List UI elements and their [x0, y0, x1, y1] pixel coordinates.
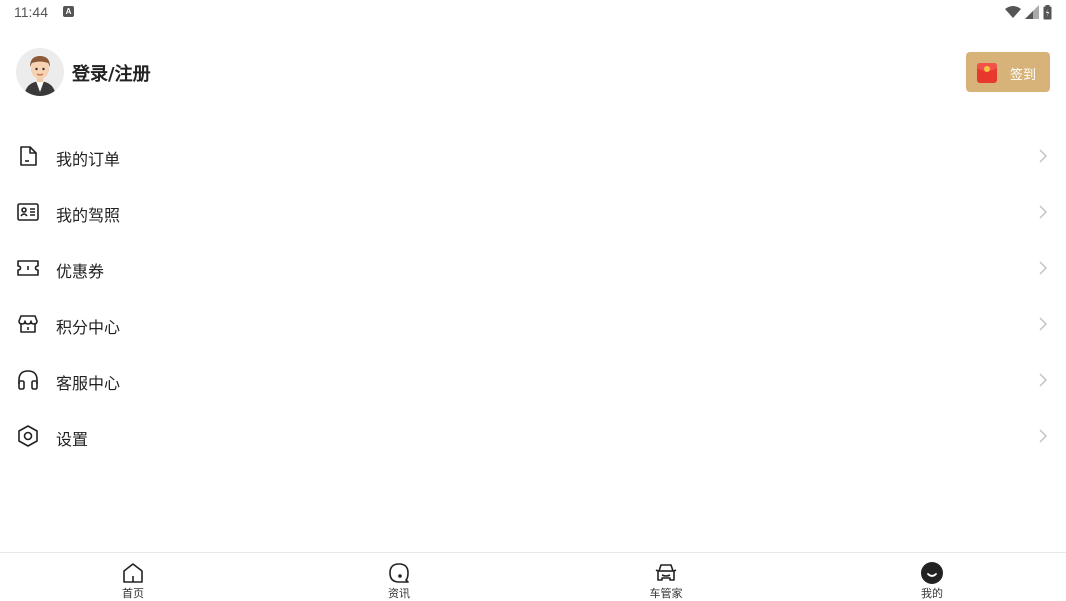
battery-icon — [1043, 4, 1052, 19]
profile-icon — [921, 562, 943, 584]
profile-header: 登录/注册 签到 — [16, 48, 1050, 98]
menu-item-orders[interactable]: 我的订单 — [0, 128, 1066, 184]
status-icons — [1005, 4, 1052, 20]
id-card-icon — [17, 203, 39, 221]
menu-item-coupons[interactable]: 优惠券 — [0, 240, 1066, 296]
chevron-right-icon — [1039, 429, 1048, 443]
avatar-image — [16, 48, 64, 96]
tab-label: 车管家 — [649, 587, 683, 600]
menu-item-label: 设置 — [56, 430, 89, 449]
notification-icon: A — [63, 6, 74, 17]
tab-home[interactable]: 首页 — [0, 553, 266, 601]
menu-item-points[interactable]: 积分中心 — [0, 296, 1066, 352]
settings-icon — [18, 425, 38, 447]
login-register-link[interactable]: 登录/注册 — [72, 60, 151, 86]
car-icon — [655, 564, 677, 581]
menu-item-label: 我的订单 — [56, 150, 121, 169]
tab-label: 首页 — [122, 587, 144, 600]
cell-signal-icon — [1025, 5, 1039, 19]
chevron-right-icon — [1039, 317, 1048, 331]
status-bar: 11:44 A — [0, 0, 1066, 24]
menu-item-settings[interactable]: 设置 — [0, 408, 1066, 464]
sign-in-button[interactable]: 签到 — [966, 52, 1050, 92]
chevron-right-icon — [1039, 205, 1048, 219]
store-icon — [18, 315, 38, 333]
ticket-icon — [17, 260, 39, 276]
menu-item-label: 积分中心 — [56, 318, 121, 337]
wifi-icon — [1005, 6, 1021, 18]
news-icon — [389, 563, 409, 583]
document-icon — [20, 146, 37, 166]
tab-mine[interactable]: 我的 — [799, 553, 1065, 601]
chevron-right-icon — [1039, 261, 1048, 275]
status-time: 11:44 — [14, 4, 48, 20]
menu-item-label: 优惠券 — [56, 262, 105, 281]
chevron-right-icon — [1039, 373, 1048, 387]
menu-item-label: 客服中心 — [56, 374, 121, 393]
menu-item-label: 我的驾照 — [56, 206, 121, 225]
tab-label: 我的 — [921, 587, 943, 600]
chevron-right-icon — [1039, 149, 1048, 163]
avatar[interactable] — [16, 48, 64, 96]
tab-news[interactable]: 资讯 — [266, 553, 532, 601]
menu-item-customer-service[interactable]: 客服中心 — [0, 352, 1066, 408]
bottom-tab-bar: 首页 资讯 车管家 我的 — [0, 552, 1066, 601]
menu-item-license[interactable]: 我的驾照 — [0, 184, 1066, 240]
home-icon — [123, 563, 143, 583]
tab-label: 资讯 — [388, 587, 410, 600]
red-envelope-icon — [977, 63, 997, 83]
tab-car-manager[interactable]: 车管家 — [533, 553, 799, 601]
headphones-icon — [18, 370, 38, 390]
sign-in-label: 签到 — [1010, 68, 1037, 83]
